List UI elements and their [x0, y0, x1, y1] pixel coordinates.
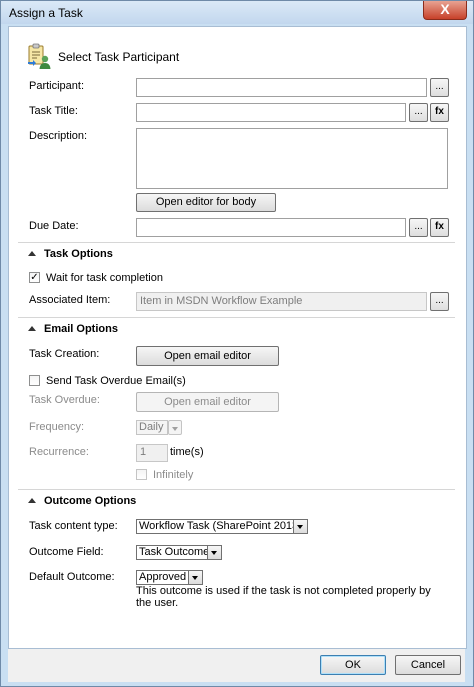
close-button[interactable]: X — [423, 1, 467, 20]
task-title-fx-button[interactable]: fx — [430, 103, 449, 122]
outcome-options-heading: Outcome Options — [44, 495, 137, 507]
collapse-icon — [28, 251, 36, 256]
outcome-field-value: Task Outcome — [139, 546, 210, 558]
participant-input[interactable] — [136, 78, 427, 97]
outcome-options-header[interactable]: Outcome Options — [28, 495, 136, 507]
due-date-fx-button[interactable]: fx — [430, 218, 449, 237]
wait-for-completion-checkbox[interactable]: ✓ — [29, 272, 40, 283]
collapse-icon — [28, 498, 36, 503]
header-title: Select Task Participant — [58, 50, 180, 64]
task-creation-label: Task Creation: — [29, 348, 100, 360]
task-content-type-value: Workflow Task (SharePoint 2013) — [139, 520, 302, 532]
due-date-browse-button[interactable]: ... — [409, 218, 428, 237]
task-content-type-select[interactable]: Workflow Task (SharePoint 2013) — [136, 519, 308, 534]
send-overdue-email-label: Send Task Overdue Email(s) — [46, 375, 186, 387]
task-title-input[interactable] — [136, 103, 406, 122]
task-overdue-email-editor-button: Open email editor — [136, 392, 279, 412]
recurrence-input: 1 — [136, 444, 168, 462]
email-options-heading: Email Options — [44, 323, 118, 335]
default-outcome-select[interactable]: Approved — [136, 570, 203, 585]
window-title: Assign a Task — [9, 6, 83, 20]
associated-item-label: Associated Item: — [29, 294, 111, 306]
default-outcome-note: This outcome is used if the task is not … — [136, 585, 431, 609]
title-bar: Assign a Task X — [1, 1, 473, 24]
task-title-browse-button[interactable]: ... — [409, 103, 428, 122]
due-date-input[interactable] — [136, 218, 406, 237]
default-outcome-label: Default Outcome: — [29, 571, 115, 583]
chevron-down-icon[interactable] — [188, 571, 202, 584]
participant-label: Participant: — [29, 80, 85, 92]
recurrence-label: Recurrence: — [29, 446, 89, 458]
infinitely-label: Infinitely — [153, 469, 194, 481]
chevron-down-icon — [172, 427, 178, 431]
frequency-value: Daily — [139, 421, 164, 433]
ok-button[interactable]: OK — [320, 655, 386, 675]
assign-task-dialog: Assign a Task X Select Task Participant … — [0, 0, 474, 687]
frequency-dropdown-button — [168, 420, 182, 435]
default-outcome-value: Approved — [139, 571, 187, 583]
send-overdue-email-checkbox[interactable] — [29, 375, 40, 386]
open-editor-for-body-button[interactable]: Open editor for body — [136, 193, 276, 212]
chevron-down-icon[interactable] — [293, 520, 307, 533]
due-date-label: Due Date: — [29, 220, 79, 232]
frequency-label: Frequency: — [29, 421, 85, 433]
infinitely-checkbox — [136, 469, 147, 480]
task-title-label: Task Title: — [29, 105, 78, 117]
outcome-field-select[interactable]: Task Outcome — [136, 545, 222, 560]
frequency-select: Daily — [136, 420, 168, 435]
collapse-icon — [28, 326, 36, 331]
associated-item-browse-button[interactable]: ... — [430, 292, 449, 311]
outcome-field-label: Outcome Field: — [29, 546, 104, 558]
separator — [18, 317, 455, 318]
task-participant-icon — [28, 43, 51, 69]
separator — [18, 242, 455, 243]
participant-browse-button[interactable]: ... — [430, 78, 449, 97]
associated-item-input: Item in MSDN Workflow Example — [136, 292, 427, 311]
task-creation-email-editor-button[interactable]: Open email editor — [136, 346, 279, 366]
description-label: Description: — [29, 130, 88, 142]
task-content-type-label: Task content type: — [29, 520, 118, 532]
email-options-header[interactable]: Email Options — [28, 323, 118, 335]
description-input[interactable] — [136, 128, 448, 189]
cancel-button[interactable]: Cancel — [395, 655, 461, 675]
chevron-down-icon[interactable] — [207, 546, 221, 559]
wait-for-completion-label: Wait for task completion — [46, 272, 163, 284]
recurrence-unit-label: time(s) — [170, 446, 204, 458]
task-options-heading: Task Options — [44, 248, 113, 260]
task-overdue-label: Task Overdue: — [29, 394, 100, 406]
separator — [18, 489, 455, 490]
task-options-header[interactable]: Task Options — [28, 248, 113, 260]
checkmark-icon: ✓ — [30, 272, 39, 283]
